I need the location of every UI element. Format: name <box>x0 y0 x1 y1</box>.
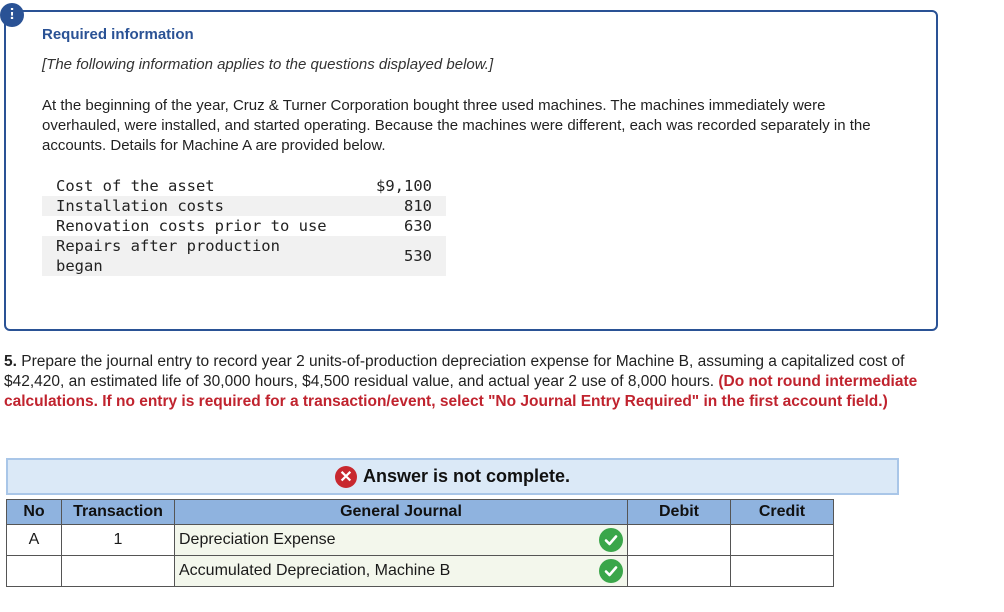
question-prompt: 5. Prepare the journal entry to record y… <box>4 352 924 412</box>
credit-field[interactable] <box>730 524 834 556</box>
detail-label: Repairs after production began <box>42 236 348 276</box>
header-general-journal: General Journal <box>174 499 628 525</box>
details-row: Installation costs 810 <box>42 196 446 216</box>
answer-status-text: Answer is not complete. <box>362 466 571 486</box>
header-transaction: Transaction <box>61 499 175 525</box>
credit-field[interactable] <box>730 555 834 587</box>
details-row: Repairs after production began 530 <box>42 236 446 276</box>
debit-field[interactable] <box>627 555 731 587</box>
x-circle-icon: ✕ <box>334 465 357 488</box>
detail-label: Installation costs <box>42 196 348 216</box>
debit-field[interactable] <box>627 524 731 556</box>
detail-label: Cost of the asset <box>56 177 215 195</box>
detail-label: Renovation costs prior to use <box>56 217 327 235</box>
general-journal-table: No Transaction General Journal Debit Cre… <box>6 499 834 587</box>
details-row: Renovation costs prior to use 630 <box>42 216 446 236</box>
journal-row: A 1 Depreciation Expense <box>6 524 834 556</box>
header-credit: Credit <box>730 499 834 525</box>
check-icon <box>599 528 623 552</box>
detail-amount: $9,100 <box>376 177 432 195</box>
detail-amount: 810 <box>348 196 446 216</box>
info-paragraph: At the beginning of the year, Cruz & Tur… <box>42 97 871 154</box>
row-no <box>6 555 62 587</box>
details-row: Cost of the asset $9,100 <box>42 176 446 196</box>
detail-amount: 630 <box>404 217 432 235</box>
machine-a-details-table: Cost of the asset $9,100 Installation co… <box>42 176 446 276</box>
detail-amount: 530 <box>348 236 446 276</box>
row-no: A <box>6 524 62 556</box>
row-transaction: 1 <box>61 524 175 556</box>
account-field[interactable]: Accumulated Depreciation, Machine B <box>174 555 628 587</box>
header-debit: Debit <box>627 499 731 525</box>
info-title: Required information <box>42 26 194 43</box>
journal-row: Accumulated Depreciation, Machine B <box>6 555 834 587</box>
info-subtitle: [The following information applies to th… <box>42 56 494 73</box>
account-value: Accumulated Depreciation, Machine B <box>179 562 451 579</box>
row-transaction <box>61 555 175 587</box>
header-no: No <box>6 499 62 525</box>
journal-header-row: No Transaction General Journal Debit Cre… <box>6 499 834 525</box>
answer-status-banner: ✕ Answer is not complete. <box>6 458 899 495</box>
check-icon <box>599 559 623 583</box>
question-number: 5. <box>4 353 17 370</box>
account-value: Depreciation Expense <box>179 531 336 548</box>
account-field[interactable]: Depreciation Expense <box>174 524 628 556</box>
